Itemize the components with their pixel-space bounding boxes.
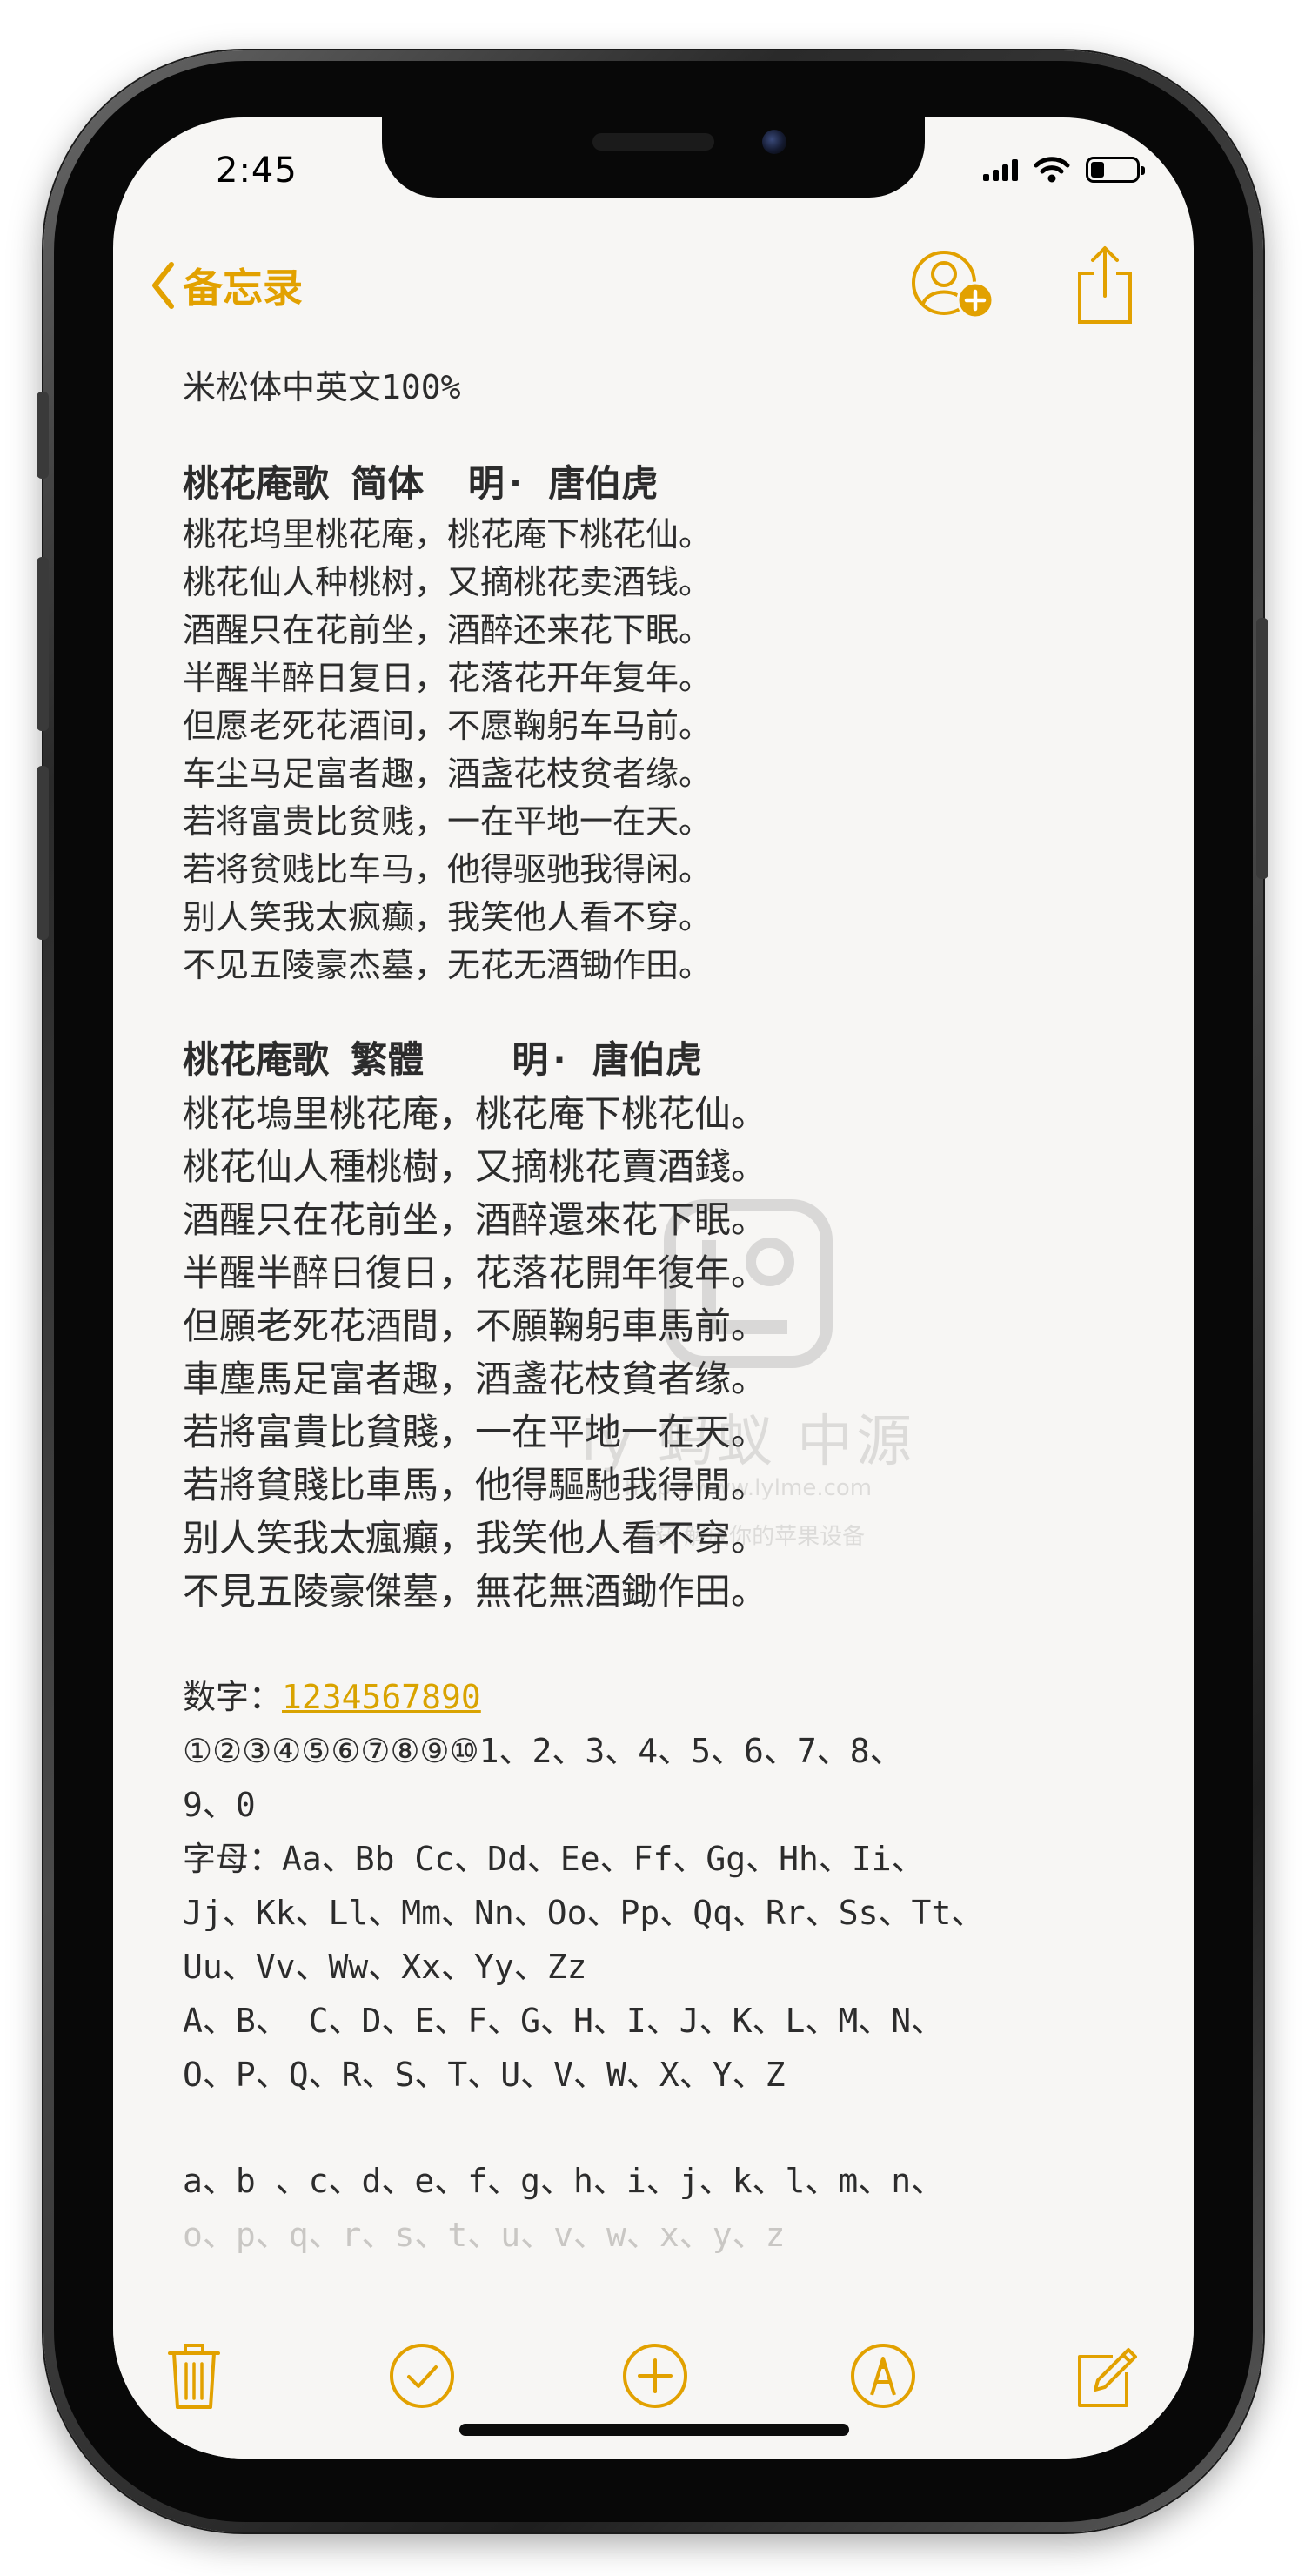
cellular-signal-icon xyxy=(983,158,1018,181)
screen: 2:45 备忘录 米松体中英文100% 桃花庵歌 简体 明· 唐伯虎 桃花坞里桃… xyxy=(113,117,1194,2459)
poem-title-simplified: 桃花庵歌 简体 明· 唐伯虎 xyxy=(183,462,659,505)
poem-line: 别人笑我太疯癫，我笑他人看不穿。 xyxy=(183,898,713,936)
volume-down-button xyxy=(37,766,49,940)
poem-line: 别人笑我太瘋癲，我笑他人看不穿。 xyxy=(183,1517,768,1560)
poem-simplified: 桃花坞里桃花庵，桃花庵下桃花仙。 桃花仙人种桃树，又摘桃花卖酒钱。 酒醒只在花前… xyxy=(183,511,1140,989)
notch xyxy=(382,117,925,198)
poem-line: 桃花仙人種桃樹，又摘桃花賣酒錢。 xyxy=(183,1145,768,1188)
poem-line: 桃花仙人种桃树，又摘桃花卖酒钱。 xyxy=(183,563,713,601)
checklist-button[interactable] xyxy=(387,2341,457,2414)
poem-line: 酒醒只在花前坐，酒醉還來花下眠。 xyxy=(183,1198,768,1241)
poem-line: 若將富貴比貧賤，一在平地一在天。 xyxy=(183,1411,768,1453)
compose-button[interactable] xyxy=(1074,2341,1139,2414)
lowercase-line: a、b 、c、d、e、f、g、h、i、j、k、l、m、n、 xyxy=(183,2162,945,2200)
poem-line: 桃花坞里桃花庵，桃花庵下桃花仙。 xyxy=(183,515,713,553)
battery-level xyxy=(1091,162,1104,178)
poem-line: 若将富贵比贫贱，一在平地一在天。 xyxy=(183,802,713,841)
digits-link[interactable]: 1234567890 xyxy=(282,1678,481,1716)
back-label: 备忘录 xyxy=(183,265,303,312)
poem-line: 但願老死花酒間，不願鞠躬車馬前。 xyxy=(183,1305,768,1347)
letters-line: A、B、 C、D、E、F、G、H、I、J、K、L、M、N、 xyxy=(183,2002,945,2040)
share-button[interactable] xyxy=(1074,244,1135,331)
poem-line: 酒醒只在花前坐，酒醉还来花下眠。 xyxy=(183,611,713,649)
checklist-icon xyxy=(390,2344,454,2408)
poem-line: 桃花塢里桃花庵，桃花庵下桃花仙。 xyxy=(183,1092,768,1135)
front-camera xyxy=(762,130,786,154)
add-icon xyxy=(623,2344,687,2408)
home-indicator[interactable] xyxy=(459,2424,849,2436)
letters-line: 字母：Aa、Bb Cc、Dd、Ee、Ff、Gg、Hh、Ii、 xyxy=(183,1840,925,1878)
poem-title-traditional: 桃花庵歌 繁體 明· 唐伯虎 xyxy=(183,1038,703,1081)
back-button[interactable]: 备忘录 xyxy=(150,257,303,314)
trash-icon xyxy=(168,2344,220,2409)
poem-line: 半醒半醉日復日，花落花開年復年。 xyxy=(183,1251,768,1294)
power-button xyxy=(1256,618,1268,879)
poem-line: 車塵馬足富者趣，酒盞花枝貧者缘。 xyxy=(183,1358,768,1400)
delete-button[interactable] xyxy=(167,2341,221,2414)
poem-line: 不見五陵豪傑墓，無花無酒鋤作田。 xyxy=(183,1570,768,1613)
status-time: 2:45 xyxy=(216,151,298,191)
note-heading: 米松体中英文100% xyxy=(183,368,461,406)
wifi-icon xyxy=(1034,157,1070,183)
add-person-icon xyxy=(912,251,994,319)
battery-icon xyxy=(1086,157,1145,183)
poem-line: 半醒半醉日复日，花落花开年复年。 xyxy=(183,659,713,697)
status-icons xyxy=(983,156,1145,184)
digits-row: 数字：1234567890 xyxy=(183,1670,1140,1724)
lowercase-line-faded: o、p、q、r、s、t、u、v、w、x、y、z xyxy=(183,2216,786,2254)
volume-up-button xyxy=(37,557,49,731)
letters-line: O、P、Q、R、S、T、U、V、W、X、Y、Z xyxy=(183,2056,786,2094)
poem-line: 不见五陵豪杰墓，无花无酒锄作田。 xyxy=(183,946,713,984)
poem-line: 若將貧賤比車馬，他得驅馳我得閒。 xyxy=(183,1464,768,1506)
add-button[interactable] xyxy=(620,2341,690,2414)
compose-icon xyxy=(1078,2348,1137,2407)
markup-pen-icon xyxy=(851,2344,915,2408)
letters-line: Uu、Vv、Ww、Xx、Yy、Zz xyxy=(183,1948,587,1986)
share-icon xyxy=(1078,246,1132,324)
add-person-button[interactable] xyxy=(909,248,1000,330)
poem-line: 若将贫贱比车马，他得驱驰我得闲。 xyxy=(183,850,713,889)
letters-line: Jj、Kk、Ll、Mm、Nn、Oo、Pp、Qq、Rr、Ss、Tt、 xyxy=(183,1894,985,1932)
digits-line: 9、0 xyxy=(183,1786,256,1824)
poem-line: 车尘马足富者趣，酒盏花枝贫者缘。 xyxy=(183,755,713,793)
earpiece-speaker xyxy=(592,133,714,151)
chevron-left-icon xyxy=(152,262,174,309)
digits-line: ①②③④⑤⑥⑦⑧⑨⑩1、2、3、4、5、6、7、8、 xyxy=(183,1732,903,1770)
poem-line: 但愿老死花酒间，不愿鞠躬车马前。 xyxy=(183,707,713,745)
poem-traditional: 桃花塢里桃花庵，桃花庵下桃花仙。 桃花仙人種桃樹，又摘桃花賣酒錢。 酒醒只在花前… xyxy=(183,1087,1140,1618)
note-body[interactable]: 米松体中英文100% 桃花庵歌 简体 明· 唐伯虎 桃花坞里桃花庵，桃花庵下桃花… xyxy=(183,361,1140,2262)
mute-switch xyxy=(37,392,49,479)
digits-label: 数字： xyxy=(183,1678,283,1716)
markup-button[interactable] xyxy=(848,2341,918,2414)
